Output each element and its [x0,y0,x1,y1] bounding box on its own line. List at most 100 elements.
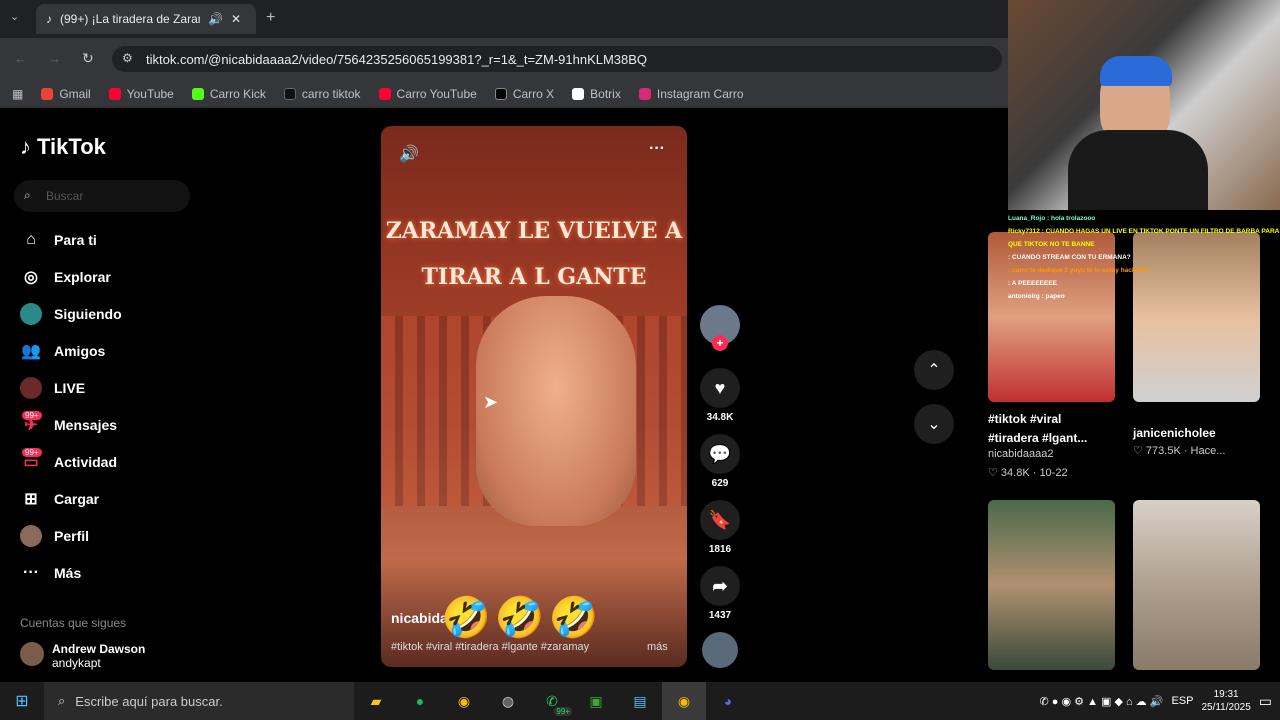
search-icon: ⌕ [58,693,66,708]
nav-explorar[interactable]: ◎ Explorar [20,262,220,292]
kick-icon [191,87,204,100]
music-disc[interactable] [698,632,742,672]
avatar [20,642,44,666]
new-tab-button[interactable]: + [266,9,275,27]
nav-para-ti[interactable]: ⌂ Para ti [20,225,220,255]
account-handle: andykapt [52,656,101,670]
nav-siguiendo[interactable]: Siguiendo [20,299,220,329]
music-disc-icon [702,632,738,668]
nav-perfil[interactable]: Perfil [20,521,220,551]
video-caption-line-2: TIRAR A L GANTE [421,264,647,290]
nav-live[interactable]: LIVE [20,373,220,403]
save-button[interactable]: 🔖 1816 [698,500,742,555]
thumbnail-2-caption[interactable]: janicenicholee [1133,426,1216,440]
following-account[interactable]: Andrew Dawson andykapt [20,642,145,670]
comment-button[interactable]: 💬 629 [698,434,742,489]
emoji-overlay: 🤣🤣🤣 [441,596,603,640]
tab-title: (99+) ¡La tiradera de Zarama [60,12,200,26]
chat-line: Ricky7312 : CUANDO HAGAS UN LIVE EN TIKT… [1008,228,1280,248]
file-explorer-icon[interactable]: ▰ [354,682,398,720]
discord-icon[interactable]: ◕ [706,682,750,720]
bookmark-gmail[interactable]: Gmail [41,87,91,101]
tiktok-icon [283,87,296,100]
next-video-button[interactable]: ⌄ [914,404,954,444]
store-icon[interactable]: ▤ [618,682,662,720]
spotify-icon[interactable]: ● [398,682,442,720]
friends-icon: 👥 [21,343,41,360]
chrome-icon[interactable]: ◉ [442,682,486,720]
nav-mensajes[interactable]: ✈ Mensajes [20,410,220,440]
follow-plus-icon[interactable]: + [712,335,728,351]
nav-actividad[interactable]: ▭ Actividad [20,447,220,477]
chevron-down-icon: ⌄ [927,416,941,433]
messages-badge: 99+ [22,411,42,420]
bookmark-youtube[interactable]: YouTube [108,87,174,101]
chat-line: : A PEEEEEEEE [1008,280,1058,287]
like-button[interactable]: ♥ 34.8K [698,368,742,423]
youtube-icon [108,87,121,100]
search-icon: ⌕ [24,188,31,202]
search-input[interactable]: ⌕ Buscar [14,180,190,212]
tray-icons[interactable]: ✆ ● ◉ ⚙ ▲ ▣ ◆ ⌂ ☁ 🔊 [1040,695,1164,708]
clock[interactable]: 19:31 25/11/2025 [1201,688,1250,714]
language-indicator[interactable]: ESP [1171,695,1193,707]
streamer-shirt [1068,130,1208,210]
bookmark-carro-tiktok[interactable]: carro tiktok [283,87,361,101]
x-icon [494,87,507,100]
comment-count: 629 [711,478,729,489]
obs-icon[interactable]: ◍ [486,682,530,720]
forward-icon[interactable]: → [48,51,61,66]
upload-icon: ⊞ [24,491,38,508]
bookmark-instagram-carro[interactable]: Instagram Carro [638,87,744,101]
live-icon [20,377,42,399]
address-bar[interactable]: ⚙ tiktok.com/@nicabidaaaa2/video/7564235… [112,46,1002,72]
system-tray: ✆ ● ◉ ⚙ ▲ ▣ ◆ ⌂ ☁ 🔊 ESP 19:31 25/11/2025… [1040,688,1280,714]
volume-icon[interactable]: 🔊 [399,144,419,164]
share-icon: ➦ [700,566,740,606]
windows-start-icon[interactable]: ⊞ [0,682,44,720]
thumbnail-1-caption[interactable]: #tiktok #viral #tiradera #lgant... [988,410,1108,448]
creator-avatar[interactable]: + [698,305,742,351]
chrome-active-icon[interactable]: ◉ [662,682,706,720]
share-button[interactable]: ➦ 1437 [698,566,742,621]
minecraft-icon[interactable]: ▣ [574,682,618,720]
bookmark-botrix[interactable]: Botrix [572,87,621,101]
close-tab-icon[interactable]: ✕ [231,12,241,26]
gmail-icon [41,87,54,100]
following-avatar-icon [20,303,42,325]
nav-amigos[interactable]: 👥 Amigos [20,336,220,366]
previous-video-button[interactable]: ⌃ [914,350,954,390]
tiktok-logo[interactable]: ♪ TikTok [20,134,106,160]
account-name: Andrew Dawson [52,642,146,656]
bookmark-carro-x[interactable]: Carro X [494,87,554,101]
thumbnail-4[interactable] [1133,500,1260,670]
video-hashtags[interactable]: #tiktok #viral #tiradera #lgante #zarama… [391,641,631,653]
bookmark-carro-youtube[interactable]: Carro YouTube [378,87,477,101]
more-icon: ··· [23,564,39,581]
whatsapp-icon[interactable]: ✆ 99+ [530,682,574,720]
more-options-icon[interactable]: ··· [649,140,665,158]
bookmark-carro-kick[interactable]: Carro Kick [191,87,266,101]
thumbnail-3[interactable] [988,500,1115,670]
speaker-icon[interactable]: 🔊 [208,12,223,26]
nav-cargar[interactable]: ⊞ Cargar [20,484,220,514]
notifications-icon[interactable]: ▭ [1259,693,1272,710]
video-player[interactable]: 🔊 ··· ZARAMAY LE VUELVE A TIRAR A L GANT… [381,126,687,667]
more-link[interactable]: más [647,641,668,653]
mouse-cursor-icon: ➤ [483,392,499,412]
taskbar-search-input[interactable]: ⌕ Escribe aquí para buscar. [44,682,354,720]
thumbnail-1-meta: ♡ 34.8K · 10-22 [988,467,1068,479]
share-count: 1437 [708,610,732,621]
apps-icon[interactable]: ▦ [12,87,23,101]
home-icon: ⌂ [26,231,36,248]
reload-icon[interactable]: ↻ [82,50,94,67]
site-info-icon[interactable]: ⚙ [122,51,133,65]
nav-mas[interactable]: ··· Más [20,558,220,588]
profile-avatar-icon [20,525,42,547]
thumbnail-1-user[interactable]: nicabidaaaa2 [988,448,1053,460]
stream-chat: Luana_Rojo : hola trolazooo Ricky7312 : … [1008,212,1280,303]
browser-tab[interactable]: ♪ (99+) ¡La tiradera de Zarama 🔊 ✕ [36,4,256,34]
back-icon[interactable]: ← [14,51,27,66]
video-person [476,296,636,526]
tab-search-icon[interactable]: ⌄ [10,10,19,23]
